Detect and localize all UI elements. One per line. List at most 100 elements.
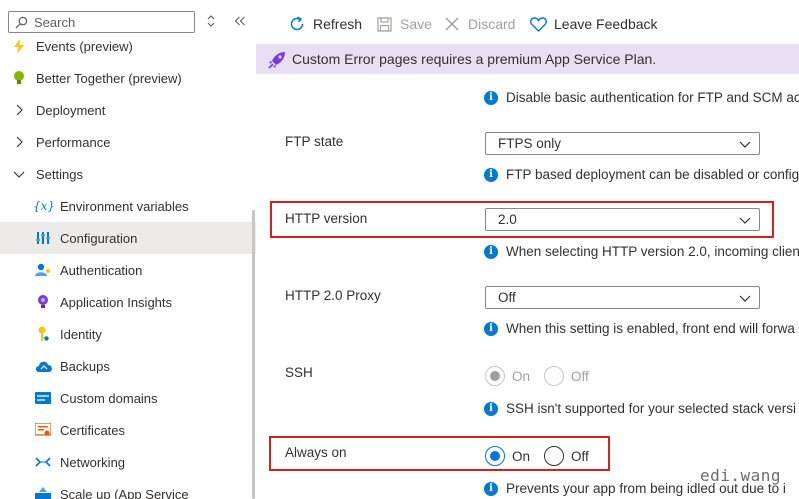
ssh-off-radio[interactable]: Off [544, 366, 589, 386]
basic-auth-info: i Disable basic authentication for FTP a… [484, 90, 799, 105]
ssh-info: i SSH isn't supported for your selected … [484, 401, 796, 416]
sidebar-item-label: Performance [36, 134, 111, 150]
ssh-on-radio[interactable]: On [485, 366, 530, 386]
sidebar-item-application-insights[interactable]: Application Insights [0, 286, 256, 318]
configuration-panel: i Disable basic authentication for FTP a… [256, 74, 799, 499]
always-on-off-label: Off [571, 448, 589, 464]
http2-proxy-dropdown[interactable]: Off [485, 286, 760, 309]
info-icon: i [484, 401, 498, 416]
ftp-state-label: FTP state [285, 134, 344, 149]
info-icon: i [484, 481, 498, 496]
sidebar-item-certificates[interactable]: Certificates [0, 414, 256, 446]
leave-feedback-button[interactable]: Leave Feedback [529, 14, 658, 34]
http2-proxy-value: Off [498, 290, 516, 305]
discard-label: Discard [468, 16, 516, 32]
info-icon: i [484, 90, 498, 105]
sidebar-item-environment-variables[interactable]: {x} Environment variables [0, 190, 256, 222]
radio-circle [485, 366, 505, 386]
ssh-radio-group: On Off [485, 366, 603, 386]
http-version-value: 2.0 [498, 212, 517, 227]
always-on-radio-group: On Off [485, 446, 603, 466]
refresh-icon [288, 15, 306, 33]
ftp-state-dropdown[interactable]: FTPS only [485, 132, 760, 155]
heart-icon [529, 15, 547, 33]
sidebar-item-backups[interactable]: Backups [0, 350, 256, 382]
sidebar-item-label: Scale up (App Service [60, 486, 189, 499]
chevron-down-icon [739, 141, 751, 148]
sidebar-item-label: Configuration [60, 230, 138, 246]
sidebar-scrollbar[interactable] [252, 210, 255, 499]
always-on-on-radio[interactable]: On [485, 446, 530, 466]
http-version-info: i When selecting HTTP version 2.0, incom… [484, 244, 799, 259]
cloud-backup-icon [35, 358, 53, 374]
sidebar-group-settings[interactable]: Settings [0, 158, 256, 190]
sidebar-group-deployment[interactable]: Deployment [0, 94, 256, 126]
sidebar-item-label: Certificates [60, 422, 126, 438]
always-on-off-radio[interactable]: Off [544, 446, 589, 466]
sidebar-item-identity[interactable]: Identity [0, 318, 256, 350]
info-text: When selecting HTTP version 2.0, incomin… [506, 244, 799, 259]
sidebar-item-label: Networking [60, 454, 126, 470]
sliders-icon [35, 230, 51, 246]
variable-icon: {x} [32, 199, 56, 213]
radio-circle [544, 366, 565, 386]
info-text: When this setting is enabled, front end … [506, 321, 795, 336]
info-icon: i [484, 244, 498, 259]
ssh-label: SSH [285, 365, 313, 380]
sidebar-item-label: Better Together (preview) [36, 70, 182, 86]
command-bar: Refresh Save Discard Leave Feedback [256, 0, 799, 44]
sidebar-item-scale-up[interactable]: Scale up (App Service [0, 478, 256, 499]
chevron-right-icon [16, 104, 23, 116]
info-text: Disable basic authentication for FTP and… [506, 90, 799, 105]
banner-text: Custom Error pages requires a premium Ap… [292, 51, 657, 67]
info-icon: i [484, 321, 498, 336]
close-icon [443, 15, 461, 33]
chevron-down-icon [13, 171, 25, 178]
radio-dot [490, 371, 500, 381]
insights-bulb-icon [35, 294, 51, 310]
http-version-label: HTTP version [285, 211, 368, 226]
chevron-updown-icon[interactable] [203, 13, 219, 29]
sidebar-item-events[interactable]: Events (preview) [0, 30, 256, 62]
save-icon [375, 15, 393, 33]
sidebar-item-label: Custom domains [60, 390, 158, 406]
ssh-on-label: On [512, 368, 531, 384]
sidebar-item-better-together[interactable]: Better Together (preview) [0, 62, 256, 94]
user-key-icon [35, 262, 51, 278]
refresh-button[interactable]: Refresh [288, 14, 362, 34]
http-version-dropdown[interactable]: 2.0 [485, 208, 760, 231]
info-text: FTP based deployment can be disabled or … [506, 167, 799, 182]
sidebar-item-configuration[interactable]: Configuration [0, 222, 256, 254]
sidebar-item-label: Settings [36, 166, 83, 182]
scale-up-icon [35, 486, 51, 499]
save-button[interactable]: Save [375, 14, 432, 34]
always-on-on-label: On [512, 448, 531, 464]
info-banner: Custom Error pages requires a premium Ap… [256, 44, 799, 74]
lightbulb-icon [11, 70, 27, 86]
save-label: Save [400, 16, 432, 32]
radio-circle [544, 446, 565, 466]
domain-card-icon [35, 390, 51, 406]
search-input[interactable] [34, 14, 184, 30]
chevron-right-icon [16, 136, 23, 148]
sidebar-item-authentication[interactable]: Authentication [0, 254, 256, 286]
sidebar-group-performance[interactable]: Performance [0, 126, 256, 158]
rocket-icon [268, 51, 286, 69]
always-on-label: Always on [285, 445, 347, 460]
discard-button[interactable]: Discard [443, 14, 515, 34]
certificate-icon [35, 422, 51, 438]
sidebar-item-label: Authentication [60, 262, 143, 278]
watermark: edi.wang [700, 466, 782, 485]
http2-proxy-label: HTTP 2.0 Proxy [285, 288, 381, 303]
sidebar-item-label: Identity [60, 326, 102, 342]
double-chevron-left-icon[interactable] [232, 13, 248, 29]
sidebar-item-custom-domains[interactable]: Custom domains [0, 382, 256, 414]
chevron-down-icon [739, 217, 751, 224]
radio-circle [485, 446, 505, 466]
sidebar-item-label: Environment variables [60, 198, 189, 214]
feedback-label: Leave Feedback [554, 16, 658, 32]
ssh-off-label: Off [571, 368, 589, 384]
sidebar-item-label: Events (preview) [36, 38, 133, 54]
sidebar-item-networking[interactable]: Networking [0, 446, 256, 478]
ftp-state-info: i FTP based deployment can be disabled o… [484, 167, 799, 182]
